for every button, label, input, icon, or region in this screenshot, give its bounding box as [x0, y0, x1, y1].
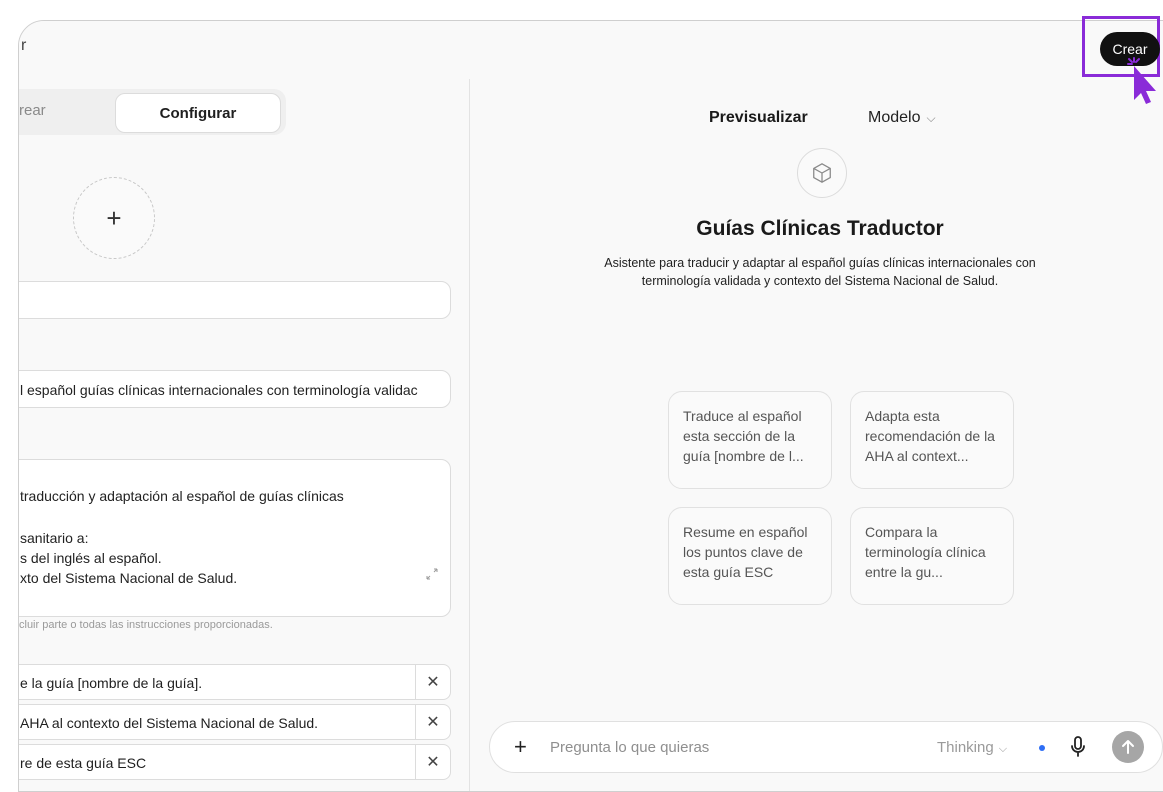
prompt-suggestion-card[interactable]: Adapta esta recomendación de la AHA al c… [850, 391, 1014, 489]
plus-icon: + [106, 202, 122, 233]
microphone-icon[interactable] [1070, 736, 1086, 763]
close-icon[interactable]: ✕ [415, 745, 450, 779]
name-field[interactable] [19, 281, 451, 319]
gpt-description: Asistente para traducir y adaptar al esp… [604, 256, 1036, 288]
tab-configure[interactable]: Configurar [115, 93, 281, 133]
instructions-line: s del inglés al español. [20, 550, 162, 566]
conversation-starter-text: re de esta guía ESC [20, 755, 147, 771]
conversation-starter-text: e la guía [nombre de la guía]. [20, 675, 203, 691]
close-icon[interactable]: ✕ [415, 665, 450, 699]
preview-title: Previsualizar [709, 109, 808, 126]
instructions-hint: cluir parte o todas las instrucciones pr… [19, 619, 273, 631]
instructions-line: sanitario a: [20, 530, 89, 546]
prompt-suggestion-card[interactable]: Compara la terminología clínica entre la… [850, 507, 1014, 605]
gpt-name: Guías Clínicas Traductor [696, 217, 944, 240]
plus-icon[interactable]: + [514, 734, 527, 760]
conversation-starter[interactable]: AHA al contexto del Sistema Nacional de … [19, 704, 451, 740]
conversation-starter[interactable]: e la guía [nombre de la guía]. ✕ [19, 664, 451, 700]
prompt-suggestion-card[interactable]: Resume en español los puntos clave de es… [668, 507, 832, 605]
chevron-down-icon: ⌵ [998, 743, 1008, 755]
app-window: r rear Configurar + l español guías clín… [18, 20, 1163, 792]
prompt-suggestion-card[interactable]: Traduce al español esta sección de la gu… [668, 391, 832, 489]
tab-create[interactable]: rear [19, 102, 46, 119]
expand-icon[interactable] [426, 568, 438, 583]
preview-pane: Previsualizar Modelo ⌵ Guías Clínicas Tra… [470, 79, 1163, 791]
chevron-down-icon: ⌵ [926, 111, 936, 125]
arrow-up-icon [1122, 740, 1134, 754]
thinking-mode-label: Thinking [937, 739, 994, 756]
conversation-starter-text: AHA al contexto del Sistema Nacional de … [20, 715, 319, 731]
status-dot [1039, 745, 1045, 751]
close-icon[interactable]: ✕ [415, 705, 450, 739]
top-bar-title: r [21, 37, 27, 54]
model-selector[interactable]: Modelo ⌵ [868, 109, 936, 127]
composer-input[interactable]: Pregunta lo que quieras [550, 739, 709, 756]
model-selector-label: Modelo [868, 109, 921, 126]
message-composer[interactable]: + Pregunta lo que quieras Thinking ⌵ [489, 721, 1163, 773]
cursor-icon [1126, 56, 1160, 111]
configure-pane: rear Configurar + l español guías clínic… [19, 79, 470, 791]
thinking-mode-selector[interactable]: Thinking ⌵ [937, 739, 1007, 756]
cube-icon [797, 148, 847, 198]
top-bar: r [19, 21, 1163, 80]
builder-tabs: rear Configurar [19, 89, 286, 135]
send-button[interactable] [1112, 731, 1144, 763]
conversation-starter[interactable]: re de esta guía ESC ✕ [19, 744, 451, 780]
instructions-line: traducción y adaptación al español de gu… [20, 488, 344, 504]
instructions-field[interactable]: traducción y adaptación al español de gu… [19, 459, 451, 617]
description-field[interactable]: l español guías clínicas internacionales… [19, 370, 451, 408]
instructions-line: xto del Sistema Nacional de Salud. [20, 570, 238, 586]
add-avatar-button[interactable]: + [73, 177, 155, 259]
